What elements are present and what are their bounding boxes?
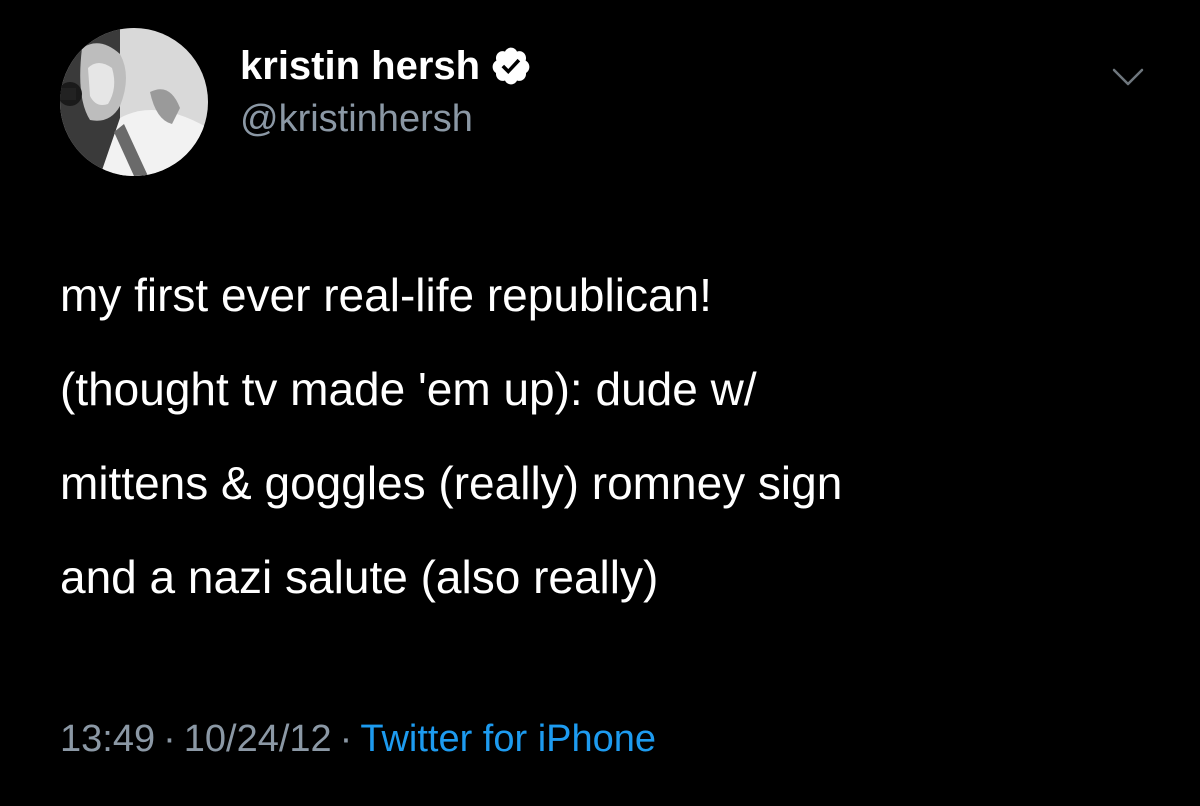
user-handle[interactable]: @kristinhersh	[240, 98, 473, 141]
tweet-time[interactable]: 13:49	[60, 718, 155, 760]
name-row: kristin hersh	[240, 40, 532, 92]
display-name[interactable]: kristin hersh	[240, 44, 480, 89]
tweet-text-line: my first ever real-life republican!	[60, 269, 712, 321]
chevron-down-icon[interactable]	[1106, 54, 1150, 98]
tweet-text-line: and a nazi salute (also really)	[60, 551, 659, 603]
avatar-photo	[60, 28, 208, 176]
tweet-meta: 13:49 · 10/24/12 · Twitter for iPhone	[60, 718, 656, 761]
meta-separator: ·	[163, 718, 176, 760]
avatar[interactable]	[60, 28, 208, 176]
meta-separator: ·	[339, 718, 353, 760]
tweet-source-link[interactable]: Twitter for iPhone	[360, 718, 656, 760]
tweet-text-line: (thought tv made 'em up): dude w/	[60, 363, 757, 415]
tweet-card: kristin hersh @kristinhersh my first eve…	[0, 0, 1200, 806]
tweet-date[interactable]: 10/24/12	[184, 718, 332, 760]
tweet-text: my first ever real-life republican! (tho…	[60, 248, 1170, 624]
verified-badge-icon	[490, 45, 532, 87]
tweet-text-line: mittens & goggles (really) romney sign	[60, 457, 843, 509]
